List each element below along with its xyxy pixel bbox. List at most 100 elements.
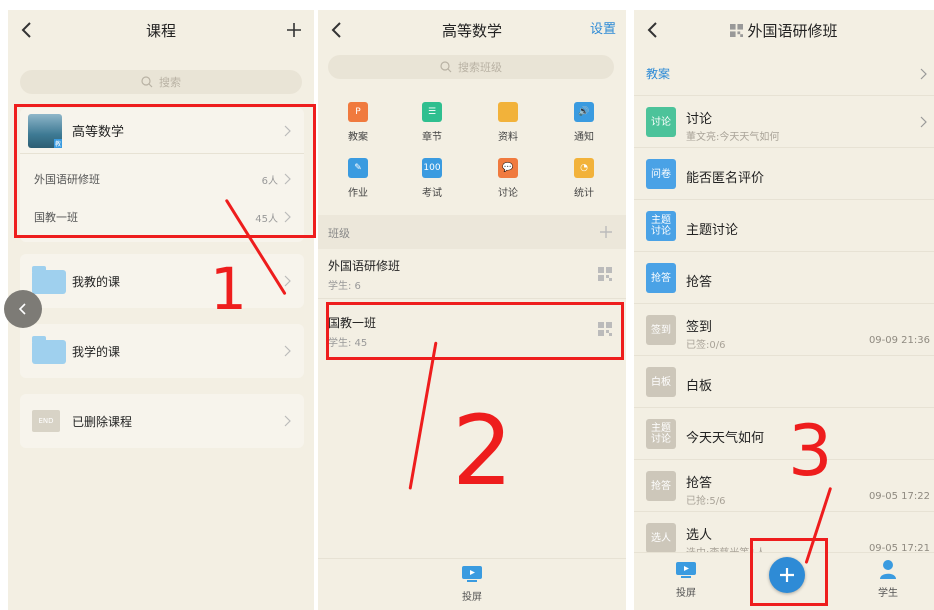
page-title: 高等数学 xyxy=(441,21,502,40)
folder-icon xyxy=(32,336,66,364)
class-activity-screen: 外国语研修班 教案 讨论 讨论 董文亮:今天天气如何 问卷 能否匿名评价 主题 讨论 主题讨… xyxy=(634,10,934,610)
activity-time: 09-05 17:22 xyxy=(868,491,930,502)
list-icon: ☰ xyxy=(422,102,442,122)
feature-label: 讨论 xyxy=(498,188,518,199)
chat-icon: 💬 xyxy=(498,158,518,178)
annotation-number-3: 3 xyxy=(788,410,833,492)
speaker-icon: 🔊 xyxy=(574,102,594,122)
ppt-icon: P xyxy=(348,102,368,122)
class-row[interactable]: 外国语研修班 学生: 6 xyxy=(318,249,626,299)
screencast-label: 投屏 xyxy=(676,588,696,599)
folder-icon xyxy=(32,266,66,294)
activity-type-icon: 问卷 xyxy=(646,159,676,189)
activity-title: 能否匿名评价 xyxy=(686,171,765,186)
qrcode-icon[interactable] xyxy=(598,267,612,281)
activity-title: 抢答 xyxy=(686,476,713,491)
feature-label: 章节 xyxy=(422,132,442,143)
activity-row[interactable]: 主题 讨论 主题讨论 xyxy=(634,201,934,252)
page-title: 课程 xyxy=(145,21,176,40)
trash-folder-icon: END xyxy=(32,410,60,432)
activity-type-icon: 主题 讨论 xyxy=(646,211,676,241)
activity-row[interactable]: 白板 白板 xyxy=(634,357,934,408)
back-icon[interactable] xyxy=(16,16,38,44)
exam-icon: 100 xyxy=(422,158,442,178)
activity-type-icon: 讨论 xyxy=(646,107,676,137)
activity-title: 抢答 xyxy=(686,275,713,290)
search-placeholder: 搜索班级 xyxy=(458,61,502,74)
add-class-icon[interactable] xyxy=(600,226,612,238)
activity-title: 讨论 xyxy=(686,112,713,127)
person-icon xyxy=(880,560,896,579)
lesson-plan-link[interactable]: 教案 xyxy=(634,52,934,96)
students-label: 学生 xyxy=(878,588,898,599)
class-search-input[interactable]: 搜索班级 xyxy=(328,55,614,79)
feature-label: 教案 xyxy=(348,132,368,143)
activity-title: 签到 xyxy=(686,320,713,335)
class-students: 学生: 6 xyxy=(328,281,361,292)
page-title: 外国语研修班 xyxy=(747,21,838,40)
chevron-right-icon xyxy=(284,415,291,427)
activity-row[interactable]: 主题 讨论 今天天气如何 xyxy=(634,409,934,460)
activity-row[interactable]: 抢答 抢答 已抢:5/6 09-05 17:22 xyxy=(634,461,934,512)
activity-type-icon: 签到 xyxy=(646,315,676,345)
pie-icon: ◔ xyxy=(574,158,594,178)
qrcode-icon[interactable] xyxy=(730,23,744,37)
screencast-icon xyxy=(462,566,482,582)
course-list-screen: 课程 搜索 教 高等数学 外国语研修班 6人 国教一班 45人 我教的课 我学的… xyxy=(8,10,314,610)
activity-title: 白板 xyxy=(686,379,713,394)
feature-label: 资料 xyxy=(498,132,518,143)
add-icon[interactable] xyxy=(286,22,302,38)
feature-pie[interactable]: ◔ 统计 xyxy=(554,158,614,199)
search-input[interactable]: 搜索 xyxy=(20,70,302,94)
feature-chat[interactable]: 💬 讨论 xyxy=(478,158,538,199)
folder-icon xyxy=(498,102,518,122)
screencast-button[interactable]: 投屏 xyxy=(666,561,706,600)
folder-teaching[interactable]: 我教的课 xyxy=(20,254,304,308)
annotation-box-2 xyxy=(326,302,624,360)
feature-speaker[interactable]: 🔊 通知 xyxy=(554,102,614,143)
activity-title: 今天天气如何 xyxy=(686,431,765,446)
chevron-right-icon xyxy=(284,345,291,357)
annotation-number-1: 1 xyxy=(210,255,247,323)
header: 外国语研修班 xyxy=(634,10,934,50)
folder-deleted[interactable]: END 已删除课程 xyxy=(20,394,304,448)
folder-learning[interactable]: 我学的课 xyxy=(20,324,304,378)
folder-label: 我学的课 xyxy=(72,344,121,359)
students-button[interactable]: 学生 xyxy=(868,559,908,600)
feature-edit[interactable]: ✎ 作业 xyxy=(328,158,388,199)
feature-folder[interactable]: 资料 xyxy=(478,102,538,143)
back-icon[interactable] xyxy=(326,16,348,44)
chevron-left-icon xyxy=(18,303,26,315)
section-label: 教案 xyxy=(646,67,671,81)
activity-row[interactable]: 问卷 能否匿名评价 xyxy=(634,149,934,200)
search-placeholder: 搜索 xyxy=(159,76,181,89)
activity-row[interactable]: 讨论 讨论 董文亮:今天天气如何 xyxy=(634,97,934,148)
search-icon xyxy=(141,76,153,88)
settings-button[interactable]: 设置 xyxy=(590,18,616,37)
feature-label: 作业 xyxy=(348,188,368,199)
activity-type-icon: 抢答 xyxy=(646,263,676,293)
annotation-box-1 xyxy=(14,104,316,238)
chevron-right-icon xyxy=(920,68,927,79)
class-name: 外国语研修班 xyxy=(328,259,401,273)
activity-row[interactable]: 抢答 抢答 xyxy=(634,253,934,304)
feature-exam[interactable]: 100 考试 xyxy=(402,158,462,199)
activity-type-icon: 抢答 xyxy=(646,471,676,501)
activity-subtitle: 已签:0/6 xyxy=(686,340,726,351)
bottom-bar: 投屏 xyxy=(318,558,626,610)
activity-row[interactable]: 签到 签到 已签:0/6 09-09 21:36 xyxy=(634,305,934,356)
feature-label: 统计 xyxy=(574,188,594,199)
header: 课程 xyxy=(8,10,314,50)
floating-back-button[interactable] xyxy=(4,290,42,328)
folder-label: 我教的课 xyxy=(72,274,121,289)
chevron-right-icon xyxy=(284,275,291,287)
feature-ppt[interactable]: P 教案 xyxy=(328,102,388,143)
activity-title: 选人 xyxy=(686,528,713,543)
screencast-button[interactable]: 投屏 xyxy=(452,565,492,604)
activity-type-icon: 选人 xyxy=(646,523,676,553)
feature-list[interactable]: ☰ 章节 xyxy=(402,102,462,143)
activity-subtitle: 董文亮:今天天气如何 xyxy=(686,132,780,143)
header: 高等数学 设置 xyxy=(318,10,626,50)
activity-type-icon: 白板 xyxy=(646,367,676,397)
back-icon[interactable] xyxy=(642,16,664,44)
